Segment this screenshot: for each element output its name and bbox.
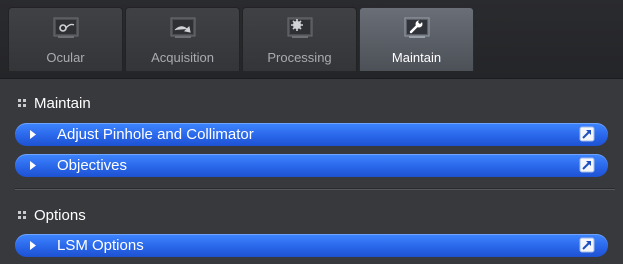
- expand-arrow-icon: [30, 241, 36, 250]
- tab-maintain[interactable]: Maintain: [359, 7, 474, 71]
- tab-label: Maintain: [391, 50, 442, 65]
- section-header-maintain[interactable]: Maintain: [18, 93, 91, 113]
- popout-icon[interactable]: [579, 157, 595, 173]
- tab-processing[interactable]: Processing: [242, 7, 357, 71]
- section-title: Maintain: [34, 94, 91, 112]
- grip-icon: [18, 99, 26, 107]
- tab-label: Acquisition: [151, 50, 214, 65]
- popout-icon[interactable]: [579, 126, 595, 142]
- acquisition-icon: [170, 17, 196, 38]
- section-divider: [15, 189, 615, 190]
- tab-label: Ocular: [46, 50, 85, 65]
- tool-adjust-pinhole-collimator[interactable]: Adjust Pinhole and Collimator: [15, 123, 608, 146]
- tool-label: Adjust Pinhole and Collimator: [57, 126, 254, 143]
- expand-arrow-icon: [30, 130, 36, 139]
- section-header-options[interactable]: Options: [18, 205, 86, 225]
- tool-tabs: Ocular Acquisition Processing Maintain: [8, 7, 474, 71]
- expand-arrow-icon: [30, 161, 36, 170]
- tab-label: Processing: [267, 50, 332, 65]
- grip-icon: [18, 211, 26, 219]
- section-title: Options: [34, 206, 86, 224]
- ocular-icon: [53, 17, 79, 38]
- tool-label: LSM Options: [57, 237, 144, 254]
- maintain-panel: Ocular Acquisition Processing Maintain M…: [0, 0, 623, 264]
- wrench-icon: [404, 17, 430, 38]
- tab-ocular[interactable]: Ocular: [8, 7, 123, 71]
- popout-icon[interactable]: [579, 237, 595, 253]
- tool-objectives[interactable]: Objectives: [15, 154, 608, 177]
- tool-lsm-options[interactable]: LSM Options: [15, 234, 608, 257]
- processing-icon: [287, 17, 313, 38]
- tool-label: Objectives: [57, 157, 128, 174]
- tool-tab-bar: Ocular Acquisition Processing Maintain: [0, 0, 623, 79]
- tab-acquisition[interactable]: Acquisition: [125, 7, 240, 71]
